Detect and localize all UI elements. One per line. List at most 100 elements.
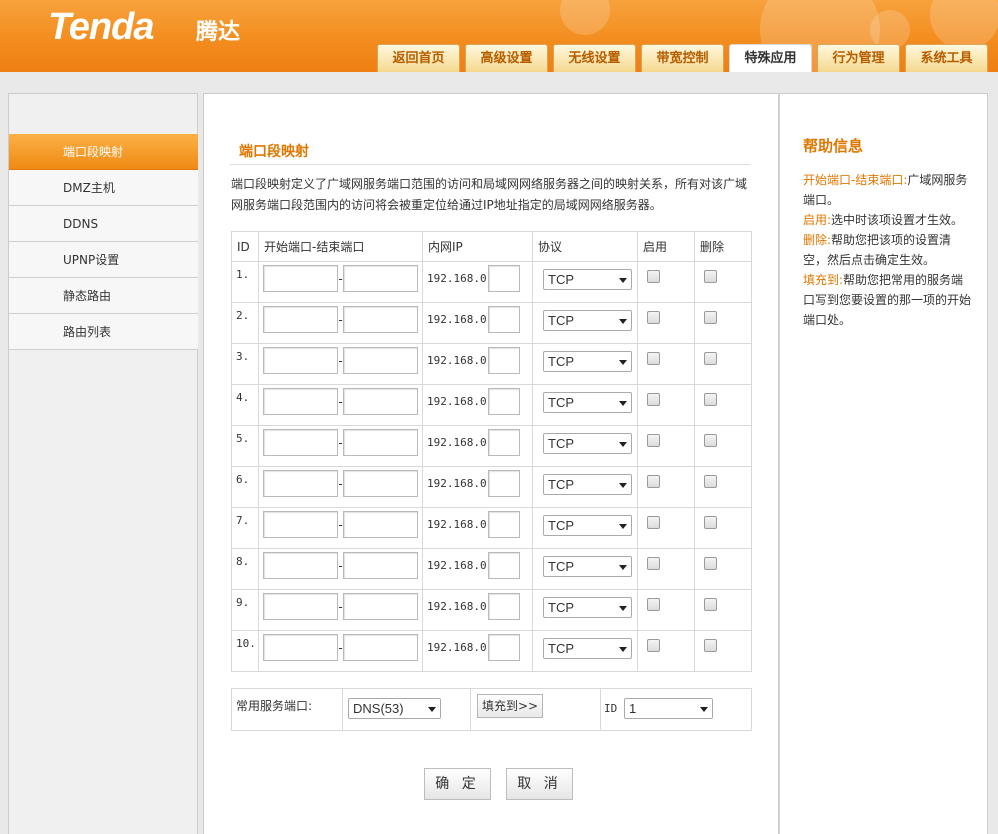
- start-port-input[interactable]: [263, 470, 338, 497]
- table-row: 1. -192.168.0. TCP: [231, 261, 752, 303]
- protocol-select[interactable]: TCP: [543, 310, 632, 331]
- delete-checkbox[interactable]: [704, 639, 717, 652]
- delete-checkbox[interactable]: [704, 393, 717, 406]
- delete-checkbox[interactable]: [704, 475, 717, 488]
- ip-last-octet-input[interactable]: [488, 347, 520, 374]
- delete-checkbox[interactable]: [704, 557, 717, 570]
- enable-checkbox[interactable]: [647, 475, 660, 488]
- protocol-value: TCP: [548, 477, 574, 492]
- title-divider: [230, 164, 750, 165]
- table-row: 5. -192.168.0. TCP: [231, 425, 752, 467]
- tab-0[interactable]: 返回首页: [377, 44, 460, 72]
- sidebar-item[interactable]: 端口段映射: [9, 134, 198, 170]
- end-port-input[interactable]: [343, 634, 418, 661]
- end-port-input[interactable]: [343, 347, 418, 374]
- enable-checkbox[interactable]: [647, 434, 660, 447]
- protocol-select[interactable]: TCP: [543, 515, 632, 536]
- enable-checkbox[interactable]: [647, 270, 660, 283]
- help-text: 开始端口-结束端口:广域网服务端口。 启用:选中时该项设置才生效。 删除:帮助您把该…: [803, 170, 973, 330]
- common-service-select[interactable]: DNS(53): [348, 698, 441, 719]
- sidebar-item[interactable]: DMZ主机: [9, 170, 198, 206]
- ip-last-octet-input[interactable]: [488, 429, 520, 456]
- row-id: 5.: [231, 425, 259, 467]
- protocol-select[interactable]: TCP: [543, 638, 632, 659]
- protocol-select[interactable]: TCP: [543, 474, 632, 495]
- start-port-input[interactable]: [263, 429, 338, 456]
- start-port-input[interactable]: [263, 634, 338, 661]
- common-service-row: 常用服务端口: DNS(53) 填充到>> ID 1: [231, 688, 752, 731]
- end-port-input[interactable]: [343, 429, 418, 456]
- ip-last-octet-input[interactable]: [488, 634, 520, 661]
- tab-5[interactable]: 行为管理: [817, 44, 900, 72]
- protocol-select[interactable]: TCP: [543, 597, 632, 618]
- ip-prefix: 192.168.0.: [427, 272, 494, 285]
- row-id: 6.: [231, 466, 259, 508]
- confirm-button[interactable]: 确 定: [424, 768, 491, 800]
- ip-last-octet-input[interactable]: [488, 470, 520, 497]
- end-port-input[interactable]: [343, 593, 418, 620]
- enable-checkbox[interactable]: [647, 516, 660, 529]
- tab-4[interactable]: 特殊应用: [729, 44, 812, 72]
- sidebar-item[interactable]: 路由列表: [9, 314, 198, 350]
- sidebar-item[interactable]: DDNS: [9, 206, 198, 242]
- protocol-select[interactable]: TCP: [543, 269, 632, 290]
- top-nav-tabs: 返回首页 高级设置 无线设置 带宽控制 特殊应用 行为管理 系统工具: [377, 44, 993, 72]
- ip-last-octet-input[interactable]: [488, 511, 520, 538]
- protocol-select[interactable]: TCP: [543, 433, 632, 454]
- start-port-input[interactable]: [263, 552, 338, 579]
- protocol-select[interactable]: TCP: [543, 392, 632, 413]
- start-port-input[interactable]: [263, 265, 338, 292]
- end-port-input[interactable]: [343, 470, 418, 497]
- fill-to-button[interactable]: 填充到>>: [477, 694, 543, 718]
- tab-6[interactable]: 系统工具: [905, 44, 988, 72]
- ip-last-octet-input[interactable]: [488, 265, 520, 292]
- tab-1[interactable]: 高级设置: [465, 44, 548, 72]
- start-port-input[interactable]: [263, 593, 338, 620]
- chevron-down-icon: [619, 442, 627, 447]
- enable-checkbox[interactable]: [647, 598, 660, 611]
- enable-checkbox[interactable]: [647, 352, 660, 365]
- start-port-input[interactable]: [263, 511, 338, 538]
- col-header-port: 开始端口-结束端口: [258, 231, 423, 262]
- end-port-input[interactable]: [343, 265, 418, 292]
- sidebar-item[interactable]: UPNP设置: [9, 242, 198, 278]
- ip-last-octet-input[interactable]: [488, 593, 520, 620]
- enable-checkbox[interactable]: [647, 639, 660, 652]
- end-port-input[interactable]: [343, 388, 418, 415]
- enable-checkbox[interactable]: [647, 393, 660, 406]
- ip-last-octet-input[interactable]: [488, 388, 520, 415]
- end-port-input[interactable]: [343, 306, 418, 333]
- enable-checkbox[interactable]: [647, 311, 660, 324]
- delete-checkbox[interactable]: [704, 352, 717, 365]
- main-panel: 端口段映射 端口段映射定义了广域网服务端口范围的访问和局域网网络服务器之间的映射…: [203, 93, 779, 834]
- col-header-ip: 内网IP: [422, 231, 533, 262]
- cancel-button[interactable]: 取 消: [506, 768, 573, 800]
- sidebar-item[interactable]: 静态路由: [9, 278, 198, 314]
- protocol-select[interactable]: TCP: [543, 556, 632, 577]
- chevron-down-icon: [619, 524, 627, 529]
- delete-checkbox[interactable]: [704, 311, 717, 324]
- delete-checkbox[interactable]: [704, 434, 717, 447]
- protocol-value: TCP: [548, 354, 574, 369]
- delete-checkbox[interactable]: [704, 516, 717, 529]
- start-port-input[interactable]: [263, 306, 338, 333]
- tab-2[interactable]: 无线设置: [553, 44, 636, 72]
- chevron-down-icon: [619, 319, 627, 324]
- ip-last-octet-input[interactable]: [488, 306, 520, 333]
- enable-checkbox[interactable]: [647, 557, 660, 570]
- ip-last-octet-input[interactable]: [488, 552, 520, 579]
- fill-id-select[interactable]: 1: [624, 698, 713, 719]
- tab-3[interactable]: 带宽控制: [641, 44, 724, 72]
- chevron-down-icon: [619, 483, 627, 488]
- start-port-input[interactable]: [263, 347, 338, 374]
- protocol-value: TCP: [548, 559, 574, 574]
- row-id: 8.: [231, 548, 259, 590]
- start-port-input[interactable]: [263, 388, 338, 415]
- end-port-input[interactable]: [343, 511, 418, 538]
- end-port-input[interactable]: [343, 552, 418, 579]
- help-item: 开始端口-结束端口:广域网服务端口。: [803, 170, 973, 210]
- delete-checkbox[interactable]: [704, 270, 717, 283]
- row-id: 10.: [231, 630, 259, 672]
- delete-checkbox[interactable]: [704, 598, 717, 611]
- protocol-select[interactable]: TCP: [543, 351, 632, 372]
